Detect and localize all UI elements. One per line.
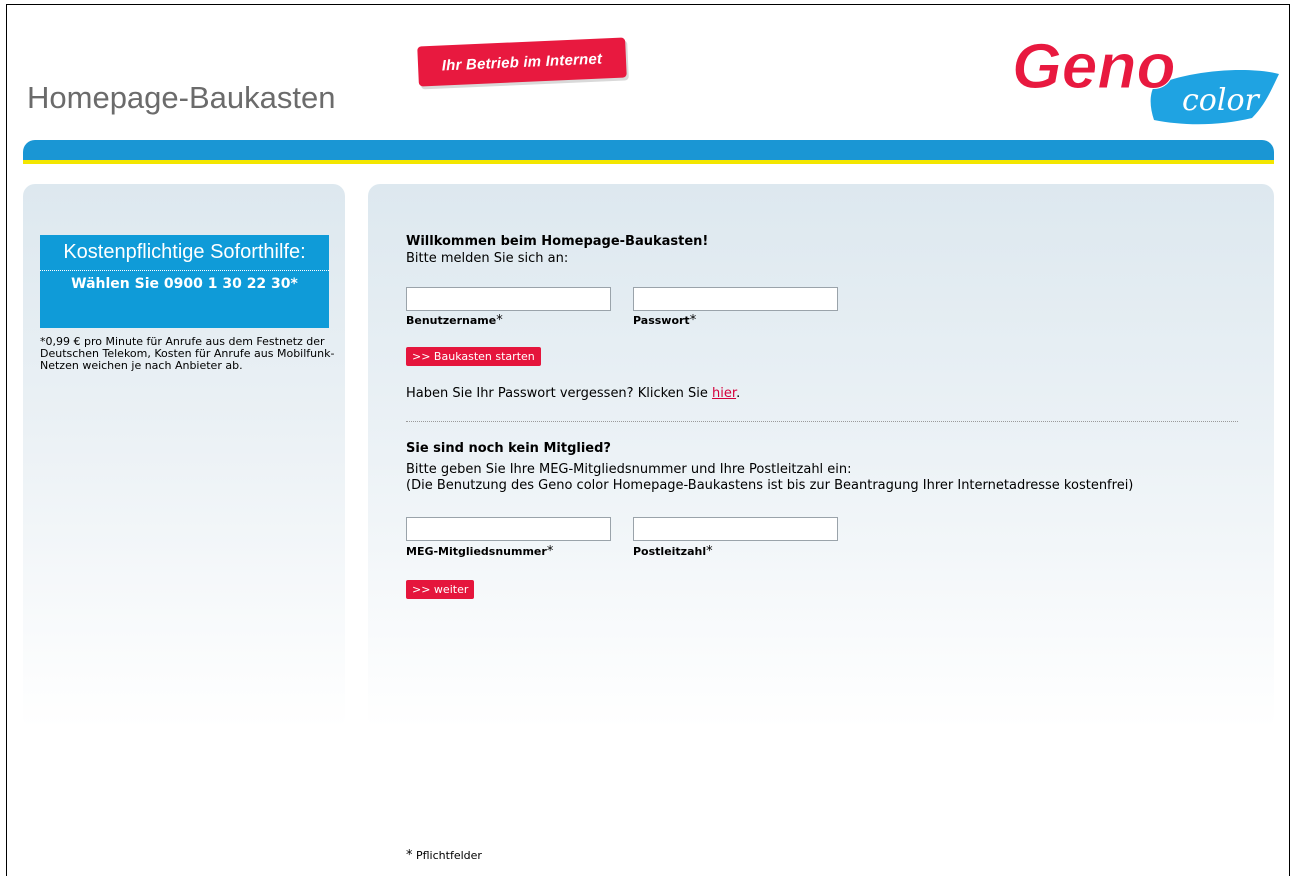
password-label-text: Passwort bbox=[633, 314, 690, 327]
username-input[interactable] bbox=[406, 287, 611, 311]
site-title: Homepage-Baukasten bbox=[27, 80, 336, 115]
geno-color-logo: Geno color bbox=[1012, 30, 1279, 125]
logo-geno-text: Geno bbox=[1012, 30, 1176, 102]
zip-code-label: Postleitzahl* bbox=[633, 544, 713, 559]
forgot-password-text: Haben Sie Ihr Passwort vergessen? Klicke… bbox=[406, 386, 740, 401]
username-label-text: Benutzername bbox=[406, 314, 497, 327]
hotline-title: Kostenpflichtige Soforthilfe: bbox=[63, 241, 306, 263]
required-marker: * bbox=[706, 544, 713, 559]
section-divider bbox=[406, 421, 1238, 422]
forgot-password-prefix: Haben Sie Ihr Passwort vergessen? Klicke… bbox=[406, 386, 713, 401]
continue-button[interactable]: >> weiter bbox=[406, 580, 475, 599]
member-number-label: MEG-Mitgliedsnummer* bbox=[406, 544, 553, 559]
register-prompt-line2: (Die Benutzung des Geno color Homepage-B… bbox=[406, 478, 1134, 493]
zip-code-input[interactable] bbox=[633, 517, 838, 541]
register-heading: Sie sind noch kein Mitglied? bbox=[406, 441, 611, 456]
zip-code-label-text: Postleitzahl bbox=[633, 545, 707, 558]
required-fields-text: Pflichtfelder bbox=[416, 849, 482, 862]
hotline-box: Kostenpflichtige Soforthilfe: Wählen Sie… bbox=[40, 235, 329, 328]
header-bar bbox=[23, 140, 1274, 164]
hotline-divider bbox=[40, 270, 329, 271]
required-marker: * bbox=[496, 313, 503, 328]
required-marker: * bbox=[546, 544, 554, 559]
logo-color-text: color bbox=[1182, 83, 1261, 118]
member-number-input[interactable] bbox=[406, 517, 611, 541]
cost-note: *0,99 € pro Minute für Anrufe aus dem Fe… bbox=[40, 335, 335, 372]
username-label: Benutzername* bbox=[406, 313, 503, 328]
hotline-number: Wählen Sie 0900 1 30 22 30* bbox=[71, 276, 298, 292]
required-marker: * bbox=[406, 848, 413, 863]
member-number-label-text: MEG-Mitgliedsnummer bbox=[406, 545, 547, 558]
forgot-password-suffix: . bbox=[736, 386, 741, 401]
tagline-text: Ihr Betrieb im Internet bbox=[441, 50, 603, 74]
forgot-password-link[interactable]: hier bbox=[712, 386, 736, 401]
password-input[interactable] bbox=[633, 287, 838, 311]
login-prompt: Bitte melden Sie sich an: bbox=[406, 251, 569, 266]
password-label: Passwort* bbox=[633, 313, 696, 328]
required-marker: * bbox=[689, 313, 697, 328]
register-prompt-line1: Bitte geben Sie Ihre MEG-Mitgliedsnummer… bbox=[406, 462, 852, 477]
start-builder-button[interactable]: >> Baukasten starten bbox=[406, 347, 541, 366]
required-fields-note: * Pflichtfelder bbox=[406, 848, 482, 863]
register-prompt: Bitte geben Sie Ihre MEG-Mitgliedsnummer… bbox=[406, 462, 1226, 494]
login-heading: Willkommen beim Homepage-Baukasten! bbox=[406, 234, 709, 249]
